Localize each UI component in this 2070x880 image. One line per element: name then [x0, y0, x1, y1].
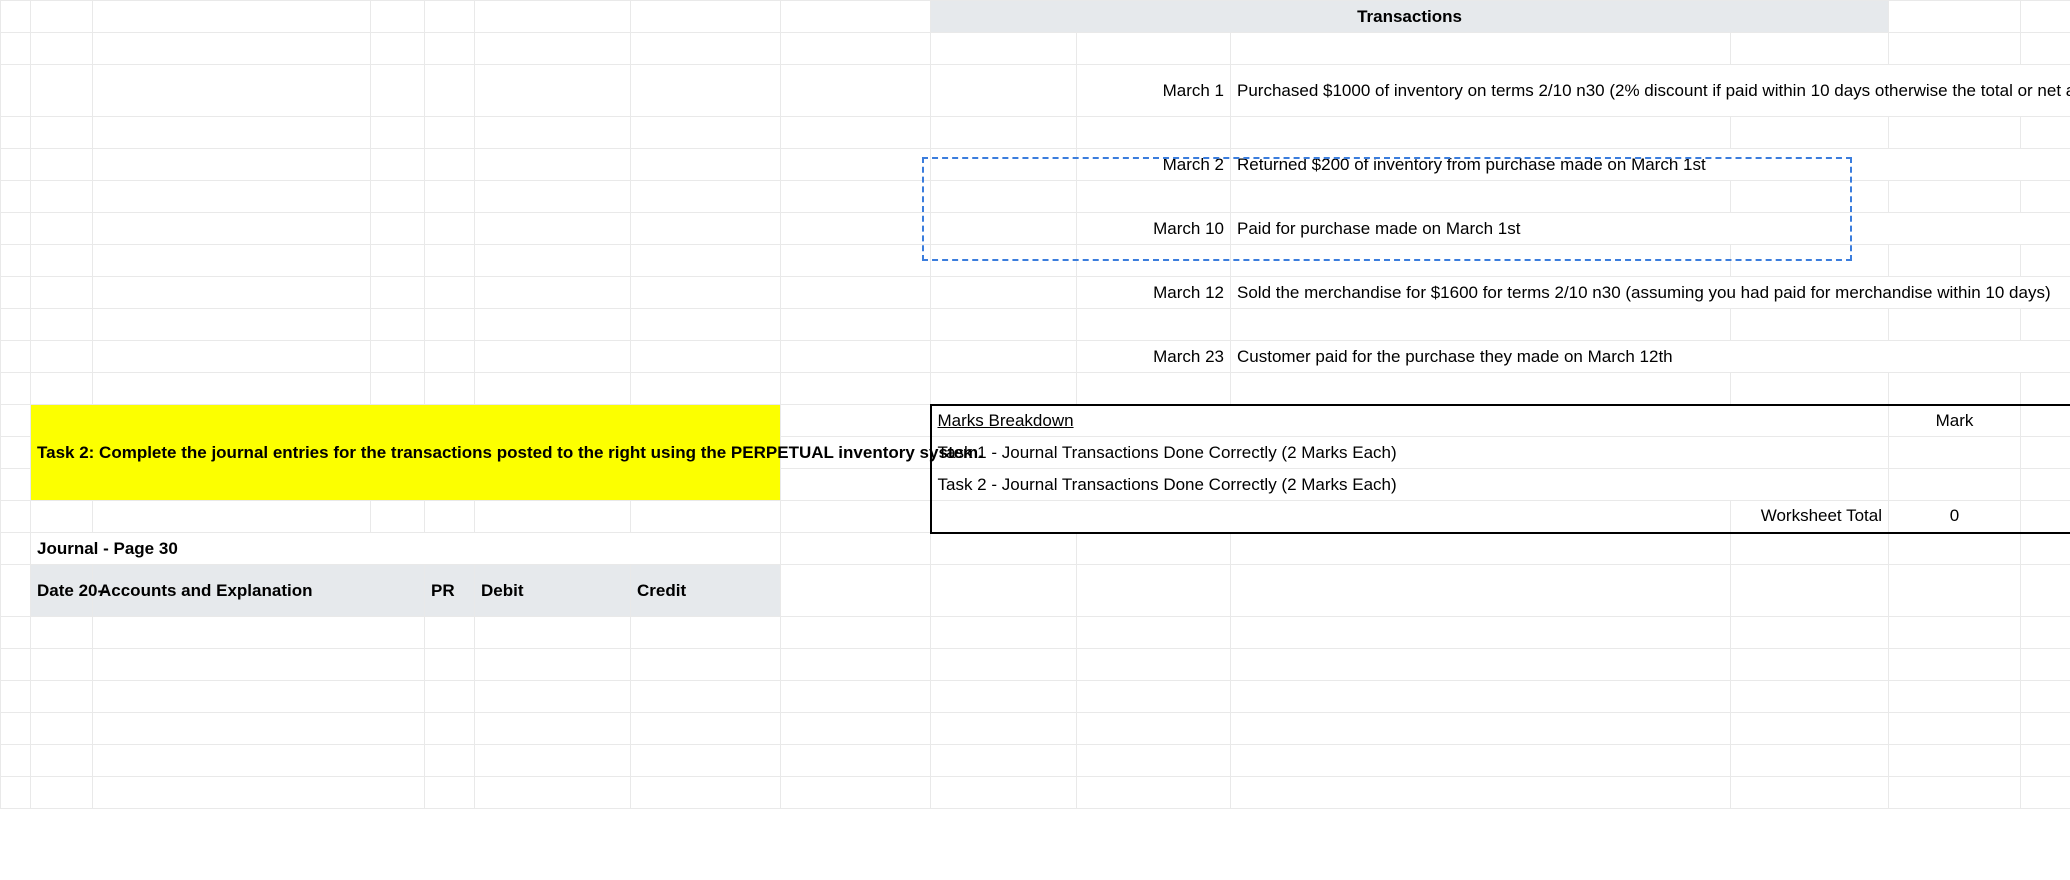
journal-cell[interactable]	[631, 649, 781, 681]
journal-col-accounts: Accounts and Explanation	[93, 565, 425, 617]
transaction-text: Paid for purchase made on March 1st	[1231, 213, 2070, 245]
journal-cell[interactable]	[31, 649, 93, 681]
journal-cell[interactable]	[475, 681, 631, 713]
journal-cell[interactable]	[631, 713, 781, 745]
transaction-date: March 2	[1077, 149, 1231, 181]
journal-cell[interactable]	[31, 777, 93, 809]
marks-mark-header: Mark	[1889, 405, 2021, 437]
journal-col-credit: Credit	[631, 565, 781, 617]
marks-row-outof: /10	[2021, 469, 2070, 501]
journal-cell[interactable]	[631, 745, 781, 777]
journal-cell[interactable]	[425, 681, 475, 713]
journal-cell[interactable]	[93, 777, 425, 809]
marks-row-outof: /10	[2021, 437, 2070, 469]
journal-cell[interactable]	[425, 649, 475, 681]
transactions-header-text: Transactions	[1357, 7, 1462, 26]
transaction-date: March 1	[1077, 65, 1231, 117]
marks-title: Marks Breakdown	[931, 405, 1889, 437]
marks-row-label: Task 1 - Journal Transactions Done Corre…	[931, 437, 1889, 469]
journal-col-date: Date 20--	[31, 565, 93, 617]
transaction-date: March 12	[1077, 277, 1231, 309]
journal-cell[interactable]	[425, 617, 475, 649]
journal-cell[interactable]	[631, 681, 781, 713]
journal-cell[interactable]	[425, 713, 475, 745]
journal-cell[interactable]	[425, 745, 475, 777]
transactions-header: Transactions	[931, 1, 1889, 33]
journal-title: Journal - Page 30	[31, 533, 781, 565]
journal-cell[interactable]	[93, 745, 425, 777]
marks-row-label: Task 2 - Journal Transactions Done Corre…	[931, 469, 1889, 501]
journal-cell[interactable]	[93, 617, 425, 649]
transaction-text: Sold the merchandise for $1600 for terms…	[1231, 277, 2070, 309]
journal-cell[interactable]	[31, 745, 93, 777]
journal-cell[interactable]	[425, 777, 475, 809]
journal-cell[interactable]	[631, 617, 781, 649]
journal-cell[interactable]	[631, 777, 781, 809]
journal-cell[interactable]	[475, 745, 631, 777]
journal-cell[interactable]	[93, 713, 425, 745]
marks-row-mark[interactable]	[1889, 437, 2021, 469]
spreadsheet-viewport[interactable]: Transactions March 1 Purchased $1000 of …	[0, 0, 2070, 880]
journal-cell[interactable]	[475, 617, 631, 649]
journal-col-debit: Debit	[475, 565, 631, 617]
marks-row-mark[interactable]	[1889, 469, 2021, 501]
journal-cell[interactable]	[93, 649, 425, 681]
journal-cell[interactable]	[475, 649, 631, 681]
marks-total-mark: 0	[1889, 501, 2021, 533]
transaction-date: March 23	[1077, 341, 1231, 373]
marks-outof-header: out of	[2021, 405, 2070, 437]
journal-cell[interactable]	[93, 681, 425, 713]
journal-cell[interactable]	[31, 617, 93, 649]
task2-text: Task 2: Complete the journal entries for…	[37, 443, 983, 462]
journal-cell[interactable]	[31, 681, 93, 713]
journal-cell[interactable]	[475, 713, 631, 745]
transaction-text: Customer paid for the purchase they made…	[1231, 341, 2070, 373]
journal-col-pr: PR	[425, 565, 475, 617]
journal-cell[interactable]	[31, 713, 93, 745]
journal-cell[interactable]	[475, 777, 631, 809]
task2-instruction: Task 2: Complete the journal entries for…	[31, 405, 781, 501]
transaction-date: March 10	[1077, 213, 1231, 245]
spreadsheet-grid[interactable]: Transactions March 1 Purchased $1000 of …	[0, 0, 2070, 809]
transaction-text: Purchased $1000 of inventory on terms 2/…	[1231, 65, 2070, 117]
marks-total-outof: /20	[2021, 501, 2070, 533]
marks-total-label: Worksheet Total	[1731, 501, 1889, 533]
transaction-text: Returned $200 of inventory from purchase…	[1231, 149, 2070, 181]
